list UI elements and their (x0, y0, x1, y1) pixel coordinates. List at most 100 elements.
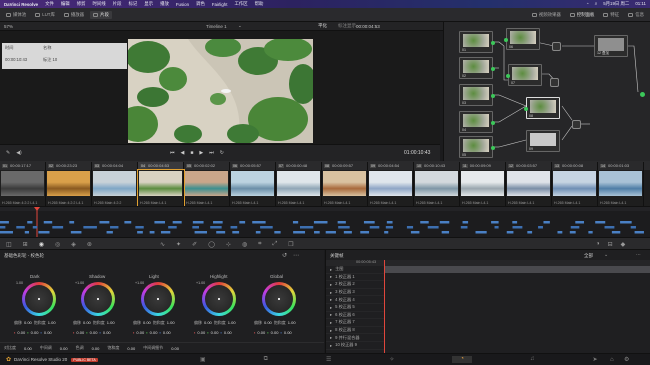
color-match-icon[interactable]: ⊞ (23, 241, 28, 248)
timeline-clip-block[interactable] (543, 221, 550, 224)
keyframe-track-row[interactable]: ▸ 9 并行混合器 (326, 334, 384, 342)
timeline-clip-block[interactable] (213, 221, 223, 224)
timeline-title[interactable]: Timeline 1 (206, 24, 227, 29)
timeline-clip-block[interactable] (194, 231, 208, 234)
timeline-clip-block[interactable] (27, 221, 33, 224)
wheel-value-row[interactable]: 偏移 0.00 饱和度 1.00 (73, 320, 115, 326)
fairlight-page-icon[interactable]: ♫ (530, 356, 535, 363)
timeline-clip-block[interactable] (168, 226, 177, 229)
clip-thumbnail[interactable]: H.265 Main L4.1 (322, 170, 368, 206)
expand-arrow-icon[interactable]: ▸ (330, 290, 332, 295)
menu-item[interactable]: 播放 (160, 1, 169, 7)
keyframe-track-row[interactable]: ▸ 8 校正器 8 (326, 327, 384, 335)
clip-thumbnail[interactable]: H.265 Main L4.1 (414, 170, 460, 206)
expand-arrow-icon[interactable]: ▸ (330, 282, 332, 287)
timeline-clip-block[interactable] (595, 221, 606, 224)
wheel-rgb-row[interactable]: ▪ 0.00 ▪ 0.00 ▪ 0.00 (73, 330, 111, 335)
wheel-value-row[interactable]: 偏移 0.00 饱和度 1.00 (14, 320, 56, 326)
media-page-icon[interactable]: ▣ (200, 356, 206, 363)
mini-timeline[interactable] (0, 206, 650, 238)
key-icon[interactable]: ⌗ (258, 241, 261, 248)
timeline-clip-block[interactable] (620, 221, 632, 224)
timeline-clip-block[interactable] (512, 221, 518, 224)
zoom-level[interactable]: 57% (4, 24, 34, 29)
menu-item[interactable]: Fusion (176, 2, 189, 7)
sizing-icon[interactable]: ⤢ (272, 241, 277, 248)
cut-page-icon[interactable]: ⧉ (264, 356, 268, 363)
hdr-icon[interactable]: ◎ (55, 241, 60, 248)
chevron-down-icon[interactable]: ⌄ (238, 23, 242, 29)
expand-arrow-icon[interactable]: ▸ (330, 297, 332, 302)
edit-page-icon[interactable]: ☰ (326, 356, 331, 363)
fusion-page-icon[interactable]: ✧ (389, 356, 394, 363)
timeline-clip-block[interactable] (494, 226, 499, 229)
timeline-clip-block[interactable] (52, 226, 64, 229)
timeline-clip-block[interactable] (569, 231, 576, 234)
player-button[interactable]: 播放器 (61, 11, 87, 19)
wheel-value-row[interactable]: 偏移 0.00 饱和度 1.00 (133, 320, 175, 326)
clip-thumbnail[interactable]: H.265 Main L4.1 (137, 169, 185, 207)
keyframe-track-row[interactable]: ▸ 主图 (326, 266, 384, 274)
wheel-rgb-row[interactable]: ▪ 0.00 ▪ 0.00 ▪ 0.00 (14, 330, 52, 335)
mixer-node[interactable] (572, 120, 581, 129)
timeline-clip-block[interactable] (570, 226, 580, 229)
timeline-clip-block[interactable] (210, 226, 222, 229)
keyframe-track-row[interactable]: ▸ 10 校正器 9 (326, 342, 384, 350)
expand-arrow-icon[interactable]: ▸ (330, 305, 332, 310)
clip-thumbnail[interactable]: H.265 Main L4.1 (276, 170, 322, 206)
info-icon[interactable]: ⊟ (608, 241, 613, 248)
timeline-clip-block[interactable] (441, 231, 450, 234)
clip-thumbnail[interactable]: H.265 Main 4:2:2 (92, 170, 138, 206)
center-tab[interactable]: 标注显示 (338, 23, 356, 29)
timeline-clip-block[interactable] (512, 226, 523, 229)
output-node-dot[interactable] (640, 92, 645, 97)
node-07[interactable]: 07 (506, 64, 542, 86)
color-wheel[interactable] (22, 282, 56, 316)
timeline-clip-block[interactable] (386, 221, 393, 224)
app-menu[interactable]: DaVinci Resolve (4, 2, 38, 7)
video-frame[interactable] (128, 39, 313, 143)
clip-thumbnail[interactable]: H.265 Main L4.1 (368, 170, 414, 206)
timeline-clip-block[interactable] (260, 226, 273, 229)
timeline-clip-block[interactable] (32, 226, 38, 229)
tracker-icon[interactable]: ⊹ (226, 241, 231, 248)
keyframe-track-row[interactable]: ▸ 3 校正器 3 (326, 289, 384, 297)
timeline-clip-block[interactable] (475, 231, 487, 234)
timeline-clip-block[interactable] (16, 226, 25, 229)
timeline-clip-block[interactable] (124, 221, 132, 224)
lut-button[interactable]: LUT库 (32, 11, 58, 19)
keyframe-track-row[interactable]: ▸ 7 校正器 7 (326, 319, 384, 327)
timeline-clip-block[interactable] (0, 221, 9, 224)
features-button[interactable]: 特征 (600, 11, 622, 19)
more-icon[interactable]: ⋯ (293, 252, 299, 259)
node-06[interactable]: 06 (504, 28, 540, 50)
timeline-clip-block[interactable] (83, 226, 97, 229)
timeline-clip-block[interactable] (338, 226, 350, 229)
wheel-value-row[interactable]: 偏移 0.00 饱和度 1.00 (254, 320, 296, 326)
info-button[interactable]: 信息 (625, 11, 647, 19)
timeline-clip-block[interactable] (369, 226, 380, 229)
node-01[interactable]: 01 (459, 31, 495, 53)
menu-item[interactable]: 标记 (128, 1, 137, 7)
blur-icon[interactable]: ◍ (242, 241, 247, 248)
warper-icon[interactable]: ✦ (176, 241, 181, 248)
chevron-down-icon[interactable]: ⌄ (604, 252, 608, 258)
menu-item[interactable]: 显示 (144, 1, 153, 7)
timeline-clip-block[interactable] (337, 221, 346, 224)
timeline-clip-block[interactable] (99, 221, 110, 224)
timeline-clip-block[interactable] (557, 231, 563, 234)
deliver-page-icon[interactable]: ➤ (593, 356, 598, 363)
timeline-clip-block[interactable] (611, 231, 621, 234)
node-02[interactable]: 02 (459, 57, 495, 79)
expand-arrow-icon[interactable]: ▸ (330, 274, 332, 279)
menu-item[interactable]: 时间线 (92, 1, 105, 7)
timeline-clip-block[interactable] (216, 231, 226, 234)
qualifier-icon[interactable]: ✐ (192, 241, 197, 248)
timeline-clip-block[interactable] (420, 221, 429, 224)
wheel-crosshair[interactable] (278, 298, 280, 300)
timeline-clip-block[interactable] (506, 231, 514, 234)
timeline-clip-block[interactable] (70, 231, 82, 234)
clip-thumbnail[interactable]: H.265 Main L4.1 (598, 170, 644, 206)
scopes-icon[interactable]: ◑ (596, 241, 600, 248)
rewind-icon[interactable]: ◀ (181, 150, 185, 156)
